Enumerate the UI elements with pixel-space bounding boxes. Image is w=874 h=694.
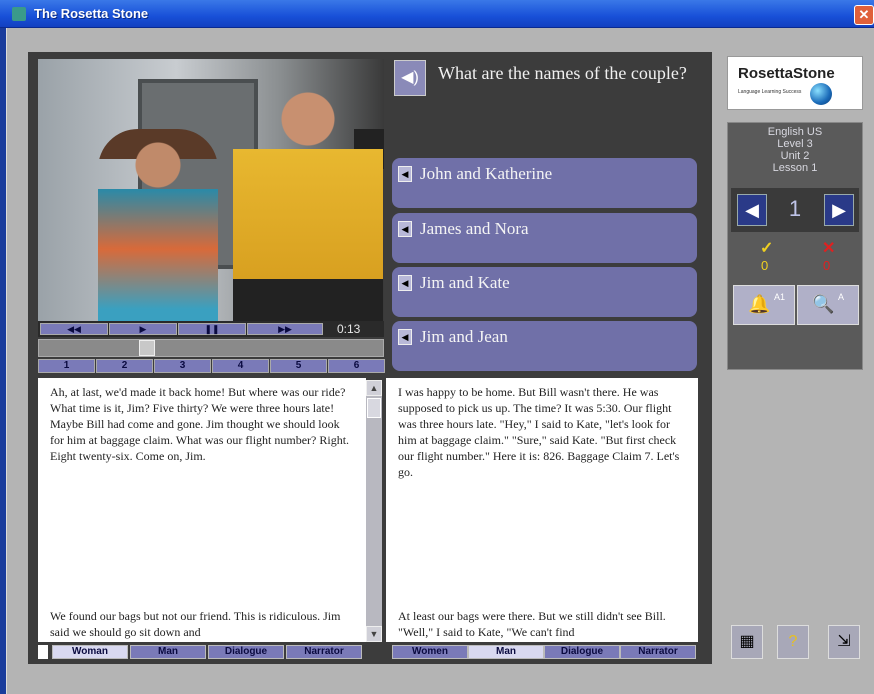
segment-6[interactable]: 6 (328, 359, 385, 373)
right-tab-narrator[interactable]: Narrator (620, 645, 696, 659)
course-unit: Unit 2 (780, 150, 810, 162)
magnifier-icon: 🔍 (812, 294, 835, 314)
search-button[interactable]: 🔍 A (797, 285, 859, 325)
app-icon (12, 7, 26, 21)
play-button[interactable]: ▶ (109, 323, 177, 335)
segment-4[interactable]: 4 (212, 359, 269, 373)
exit-icon[interactable]: ⇲ (828, 625, 860, 659)
scroll-thumb[interactable] (367, 398, 381, 418)
scroll-down-icon[interactable]: ▼ (366, 626, 382, 642)
slider-thumb[interactable] (139, 340, 155, 356)
course-info: English US Level 3 Unit 2 Lesson 1 (727, 126, 863, 174)
bell-icon: 🔔 (748, 294, 771, 314)
video-player (38, 59, 384, 321)
answer-label: Jim and Jean (420, 327, 508, 346)
woman-text-body: Ah, at last, we'd made it back home! But… (50, 385, 350, 463)
hint-button[interactable]: 🔔 A1 (733, 285, 795, 325)
left-tab-narrator[interactable]: Narrator (286, 645, 362, 659)
play-answer-icon[interactable]: ◀ (398, 329, 412, 345)
answer-option-3[interactable]: ◀ Jim and Kate (392, 267, 697, 317)
search-label: A (838, 292, 845, 302)
play-answer-icon[interactable]: ◀ (398, 221, 412, 237)
globe-icon (810, 83, 832, 105)
segment-5[interactable]: 5 (270, 359, 327, 373)
question-text: What are the names of the couple? (438, 63, 687, 83)
right-tab-man[interactable]: Man (468, 645, 544, 659)
logo-tagline: Language Learning Success (738, 89, 802, 95)
course-level: Level 3 (777, 138, 813, 150)
answer-label: Jim and Kate (420, 273, 510, 292)
right-tab-women[interactable]: Women (392, 645, 468, 659)
answer-label: John and Katherine (420, 164, 553, 183)
video-man (233, 79, 383, 321)
answer-label: James and Nora (420, 219, 529, 238)
woman-text-continued: We found our bags but not our friend. Th… (50, 609, 341, 639)
course-lesson: Lesson 1 (772, 162, 818, 174)
text-scrollbar[interactable]: ▲ ▼ (366, 380, 382, 642)
forward-button[interactable]: ▶▶ (247, 323, 323, 335)
segment-2[interactable]: 2 (96, 359, 153, 373)
help-icon[interactable]: ? (777, 625, 809, 659)
next-page-button[interactable]: ▶ (824, 194, 854, 226)
page-number: 1 (788, 196, 802, 221)
rosetta-stone-logo: RosettaStone Language Learning Success (727, 56, 863, 110)
left-tab-man[interactable]: Man (130, 645, 206, 659)
menu-grid-icon[interactable]: ▦ (731, 625, 763, 659)
previous-page-button[interactable]: ◀ (737, 194, 767, 226)
wrong-count: 0 (823, 258, 831, 273)
answer-option-4[interactable]: ◀ Jim and Jean (392, 321, 697, 371)
left-tab-dialogue[interactable]: Dialogue (208, 645, 284, 659)
man-text-continued: At least our bags were there. But we sti… (398, 609, 666, 639)
scroll-up-icon[interactable]: ▲ (366, 380, 382, 396)
play-answer-icon[interactable]: ◀ (398, 275, 412, 291)
man-text-body: I was happy to be home. But Bill wasn't … (398, 385, 680, 479)
man-text-pane: I was happy to be home. But Bill wasn't … (386, 378, 698, 642)
answer-option-2[interactable]: ◀ James and Nora (392, 213, 697, 263)
course-language: English US (767, 126, 823, 138)
woman-text-pane: Ah, at last, we'd made it back home! But… (38, 378, 366, 642)
hint-label: A1 (774, 292, 786, 302)
video-slider[interactable] (38, 339, 384, 357)
rewind-button[interactable]: ◀◀ (40, 323, 108, 335)
segment-3[interactable]: 3 (154, 359, 211, 373)
checkmark-icon: ✓ (760, 240, 774, 257)
answer-option-1[interactable]: ◀ John and Katherine (392, 158, 697, 208)
segment-1[interactable]: 1 (38, 359, 95, 373)
close-icon[interactable]: ✕ (854, 5, 874, 25)
video-time: 0:13 (337, 322, 361, 336)
logo-text: RosettaStone (738, 65, 835, 82)
right-tab-dialogue[interactable]: Dialogue (544, 645, 620, 659)
pause-button[interactable]: ❚❚ (178, 323, 246, 335)
segment-bar: 1 2 3 4 5 6 (38, 359, 385, 373)
window-title: The Rosetta Stone (34, 6, 149, 21)
left-tab-woman[interactable]: Woman (52, 645, 128, 659)
correct-count: 0 (761, 258, 769, 273)
audio-icon[interactable] (38, 645, 48, 659)
title-bar: The Rosetta Stone ✕ (0, 0, 874, 28)
video-woman (98, 129, 218, 321)
speaker-icon[interactable]: ◀) (394, 60, 426, 96)
x-mark-icon: ✕ (822, 240, 836, 257)
play-answer-icon[interactable]: ◀ (398, 166, 412, 182)
